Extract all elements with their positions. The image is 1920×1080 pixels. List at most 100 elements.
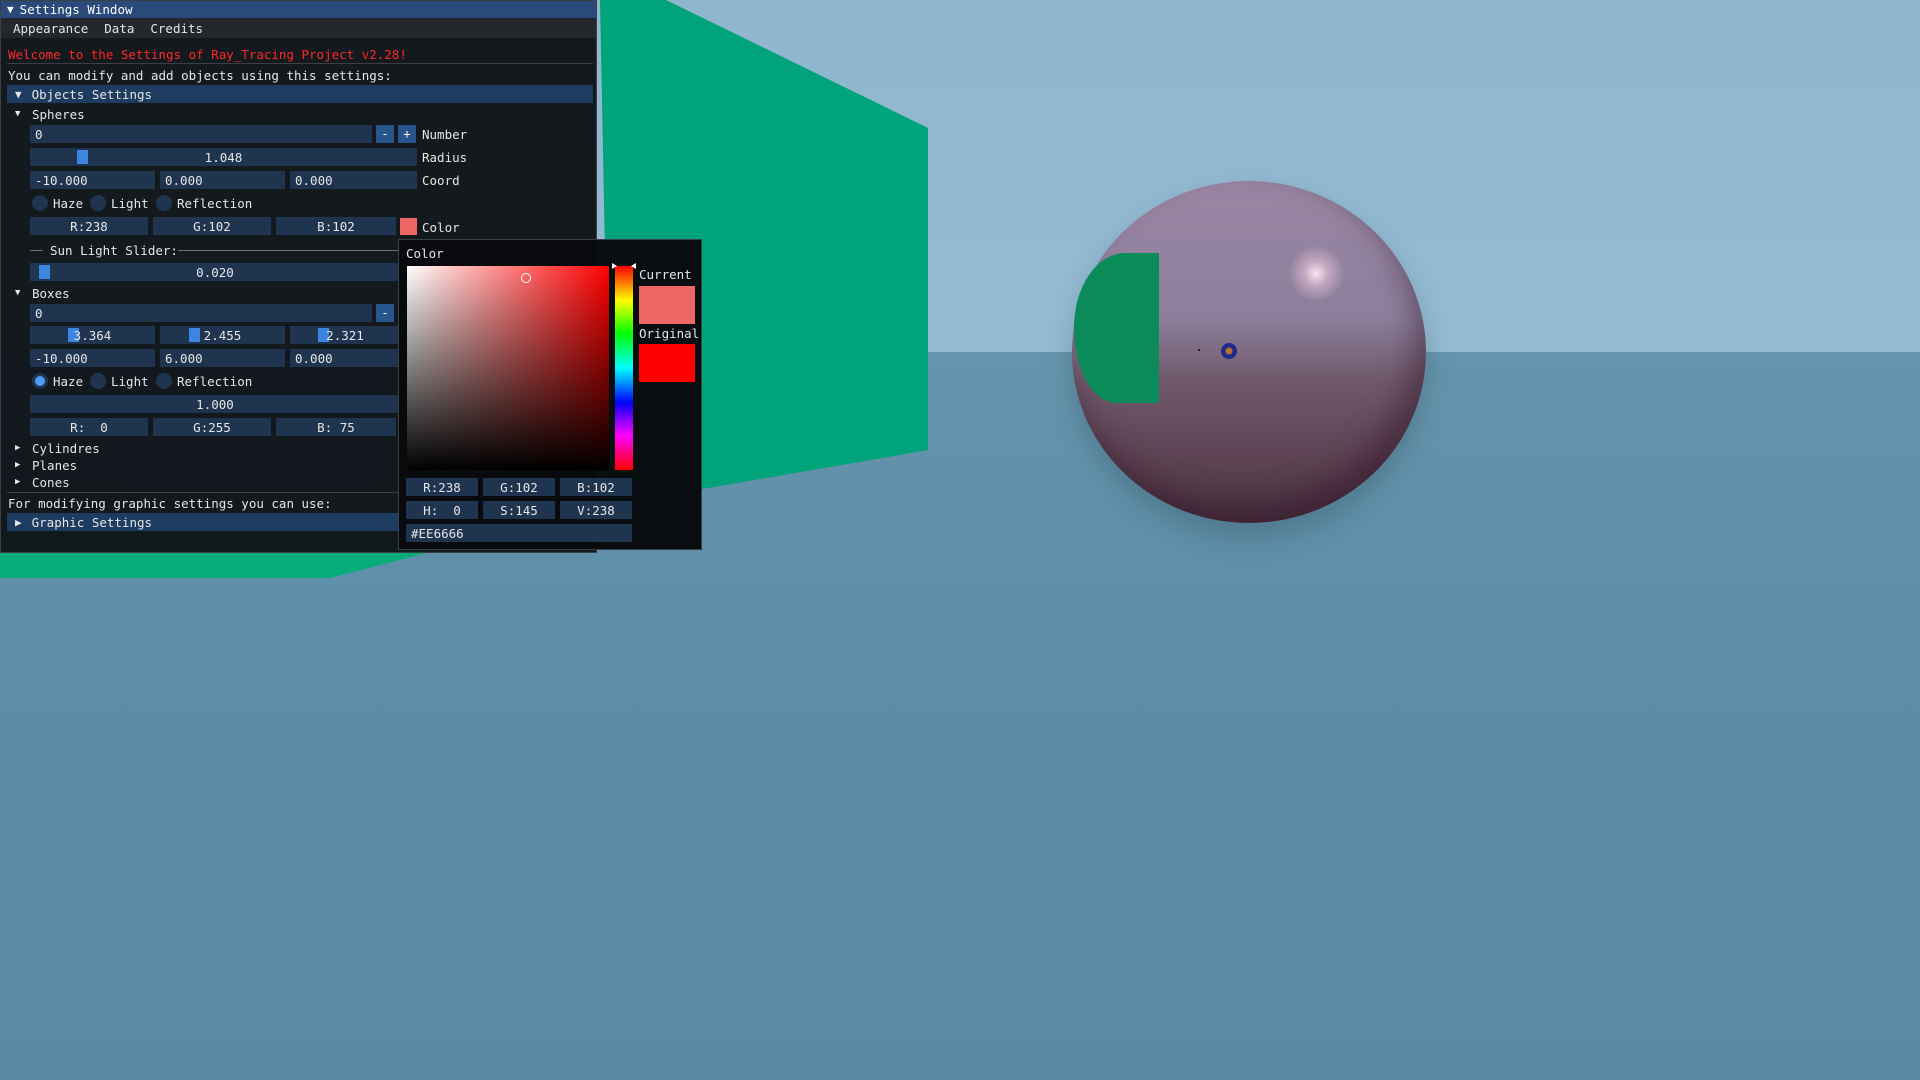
sphere-number-value: 0 <box>35 126 43 142</box>
reflective-sphere <box>1072 181 1426 523</box>
box-number-minus-button[interactable]: - <box>376 304 394 322</box>
sun-light-value: 0.020 <box>196 264 234 280</box>
sphere-light-radio[interactable] <box>90 195 106 211</box>
color-label: Color <box>422 220 460 235</box>
radius-value: 1.048 <box>204 149 243 165</box>
slider-grab[interactable] <box>76 150 88 164</box>
coord-y-value: 0.000 <box>165 172 203 188</box>
sphere-color-r[interactable]: R:238 <box>30 217 148 235</box>
current-color-swatch <box>639 286 695 324</box>
sphere-coord-z[interactable]: 0.000 <box>290 171 417 189</box>
box-haze-label: Haze <box>53 374 84 389</box>
triangle-right-icon: ▶ <box>15 477 21 487</box>
menu-credits[interactable]: Credits <box>150 21 203 36</box>
picker-h-input[interactable]: H: 0 <box>406 501 478 519</box>
sphere-color-b[interactable]: B:102 <box>276 217 396 235</box>
box-reflection-label: Reflection <box>177 374 253 389</box>
sphere-haze-radio[interactable] <box>32 195 48 211</box>
intro-text: You can modify and add objects using thi… <box>8 68 392 83</box>
number-label: Number <box>422 127 468 142</box>
box-color-r[interactable]: R: 0 <box>30 418 148 436</box>
saturation-value-square[interactable] <box>407 266 609 470</box>
spheres-label: Spheres <box>32 106 85 122</box>
picker-b-input[interactable]: B:102 <box>560 478 632 496</box>
cones-label: Cones <box>32 474 70 490</box>
sun-light-slider[interactable]: 0.020 <box>30 263 400 281</box>
picker-hex-input[interactable]: #EE6666 <box>406 524 632 542</box>
sun-light-label: Sun Light Slider: <box>50 243 178 258</box>
triangle-right-icon: ▶ <box>15 515 22 529</box>
box-coord-y[interactable]: 6.000 <box>160 349 285 367</box>
hue-marker[interactable] <box>612 263 636 269</box>
sphere-number-minus-button[interactable]: - <box>376 125 394 143</box>
current-label: Current <box>639 267 692 282</box>
separator-right <box>178 250 398 251</box>
box-number-input[interactable]: 0 <box>30 304 372 322</box>
sphere-color-g[interactable]: G:102 <box>153 217 271 235</box>
box-color-g-value: G:255 <box>193 419 231 435</box>
sphere-color-swatch[interactable] <box>400 218 417 235</box>
box-light-radio[interactable] <box>90 373 106 389</box>
triangle-down-icon: ▼ <box>15 87 22 101</box>
box-coord-y-value: 6.000 <box>165 350 203 366</box>
hue-bar[interactable] <box>615 266 633 470</box>
title-bar[interactable]: ▼ Settings Window <box>1 1 596 18</box>
original-label: Original <box>639 326 700 341</box>
box-coord-z[interactable]: 0.000 <box>290 349 400 367</box>
small-sphere <box>1221 343 1237 359</box>
sphere-number-input[interactable]: 0 <box>30 125 372 143</box>
tree-cones[interactable]: ▶ Cones <box>15 474 70 490</box>
triangle-down-icon: ▼ <box>15 288 21 298</box>
color-picker-popup[interactable]: Color Current Original R:238 G:102 B:102… <box>398 239 702 550</box>
color-g-value: G:102 <box>193 218 231 234</box>
slider-grab[interactable] <box>189 328 200 342</box>
sphere-coord-x[interactable]: -10.000 <box>30 171 155 189</box>
menu-bar: Appearance Data Credits <box>1 18 596 38</box>
original-color-swatch[interactable] <box>639 344 695 382</box>
box-size-x-slider[interactable]: 3.364 <box>30 326 155 344</box>
picker-g-value: G:102 <box>500 479 538 495</box>
tree-spheres[interactable]: ▼ Spheres <box>15 106 85 122</box>
box-size-z-slider[interactable]: 2.321 <box>290 326 400 344</box>
box-haze-radio[interactable] <box>32 373 48 389</box>
menu-data[interactable]: Data <box>104 21 134 36</box>
sphere-coord-y[interactable]: 0.000 <box>160 171 285 189</box>
sphere-reflection-radio[interactable] <box>156 195 172 211</box>
box-color-g[interactable]: G:255 <box>153 418 271 436</box>
radius-label: Radius <box>422 150 468 165</box>
picker-g-input[interactable]: G:102 <box>483 478 555 496</box>
tree-planes[interactable]: ▶ Planes <box>15 457 77 473</box>
separator-left <box>30 250 43 251</box>
cylindres-label: Cylindres <box>32 440 100 456</box>
triangle-down-icon[interactable]: ▼ <box>7 3 14 16</box>
triangle-right-icon: ▶ <box>15 443 21 453</box>
color-b-value: B:102 <box>317 218 355 234</box>
box-size-x-value: 3.364 <box>73 327 112 343</box>
sphere-radius-slider[interactable]: 1.048 <box>30 148 417 166</box>
triangle-right-icon: ▶ <box>15 460 21 470</box>
box-color-r-value: R: 0 <box>70 419 108 435</box>
box-value-slider[interactable]: 1.000 <box>30 395 400 413</box>
objects-settings-label: Objects Settings <box>31 86 153 102</box>
box-reflection-radio[interactable] <box>156 373 172 389</box>
box-coord-x[interactable]: -10.000 <box>30 349 155 367</box>
picker-s-input[interactable]: S:145 <box>483 501 555 519</box>
triangle-down-icon: ▼ <box>15 109 21 119</box>
objects-settings-header[interactable]: ▼ Objects Settings <box>7 85 593 103</box>
picker-r-input[interactable]: R:238 <box>406 478 478 496</box>
coord-label: Coord <box>422 173 460 188</box>
box-size-y-value: 2.455 <box>203 327 242 343</box>
box-size-y-slider[interactable]: 2.455 <box>160 326 285 344</box>
picker-cursor[interactable] <box>521 273 531 283</box>
window-title: Settings Window <box>19 2 133 17</box>
box-value: 1.000 <box>196 396 234 412</box>
tree-boxes[interactable]: ▼ Boxes <box>15 285 70 301</box>
picker-v-input[interactable]: V:238 <box>560 501 632 519</box>
graphic-text: For modifying graphic settings you can u… <box>8 496 332 511</box>
box-color-b[interactable]: B: 75 <box>276 418 396 436</box>
tree-cylindres[interactable]: ▶ Cylindres <box>15 440 100 456</box>
sphere-number-plus-button[interactable]: + <box>398 125 416 143</box>
menu-appearance[interactable]: Appearance <box>13 21 88 36</box>
boxes-label: Boxes <box>32 285 70 301</box>
slider-grab[interactable] <box>39 265 51 279</box>
